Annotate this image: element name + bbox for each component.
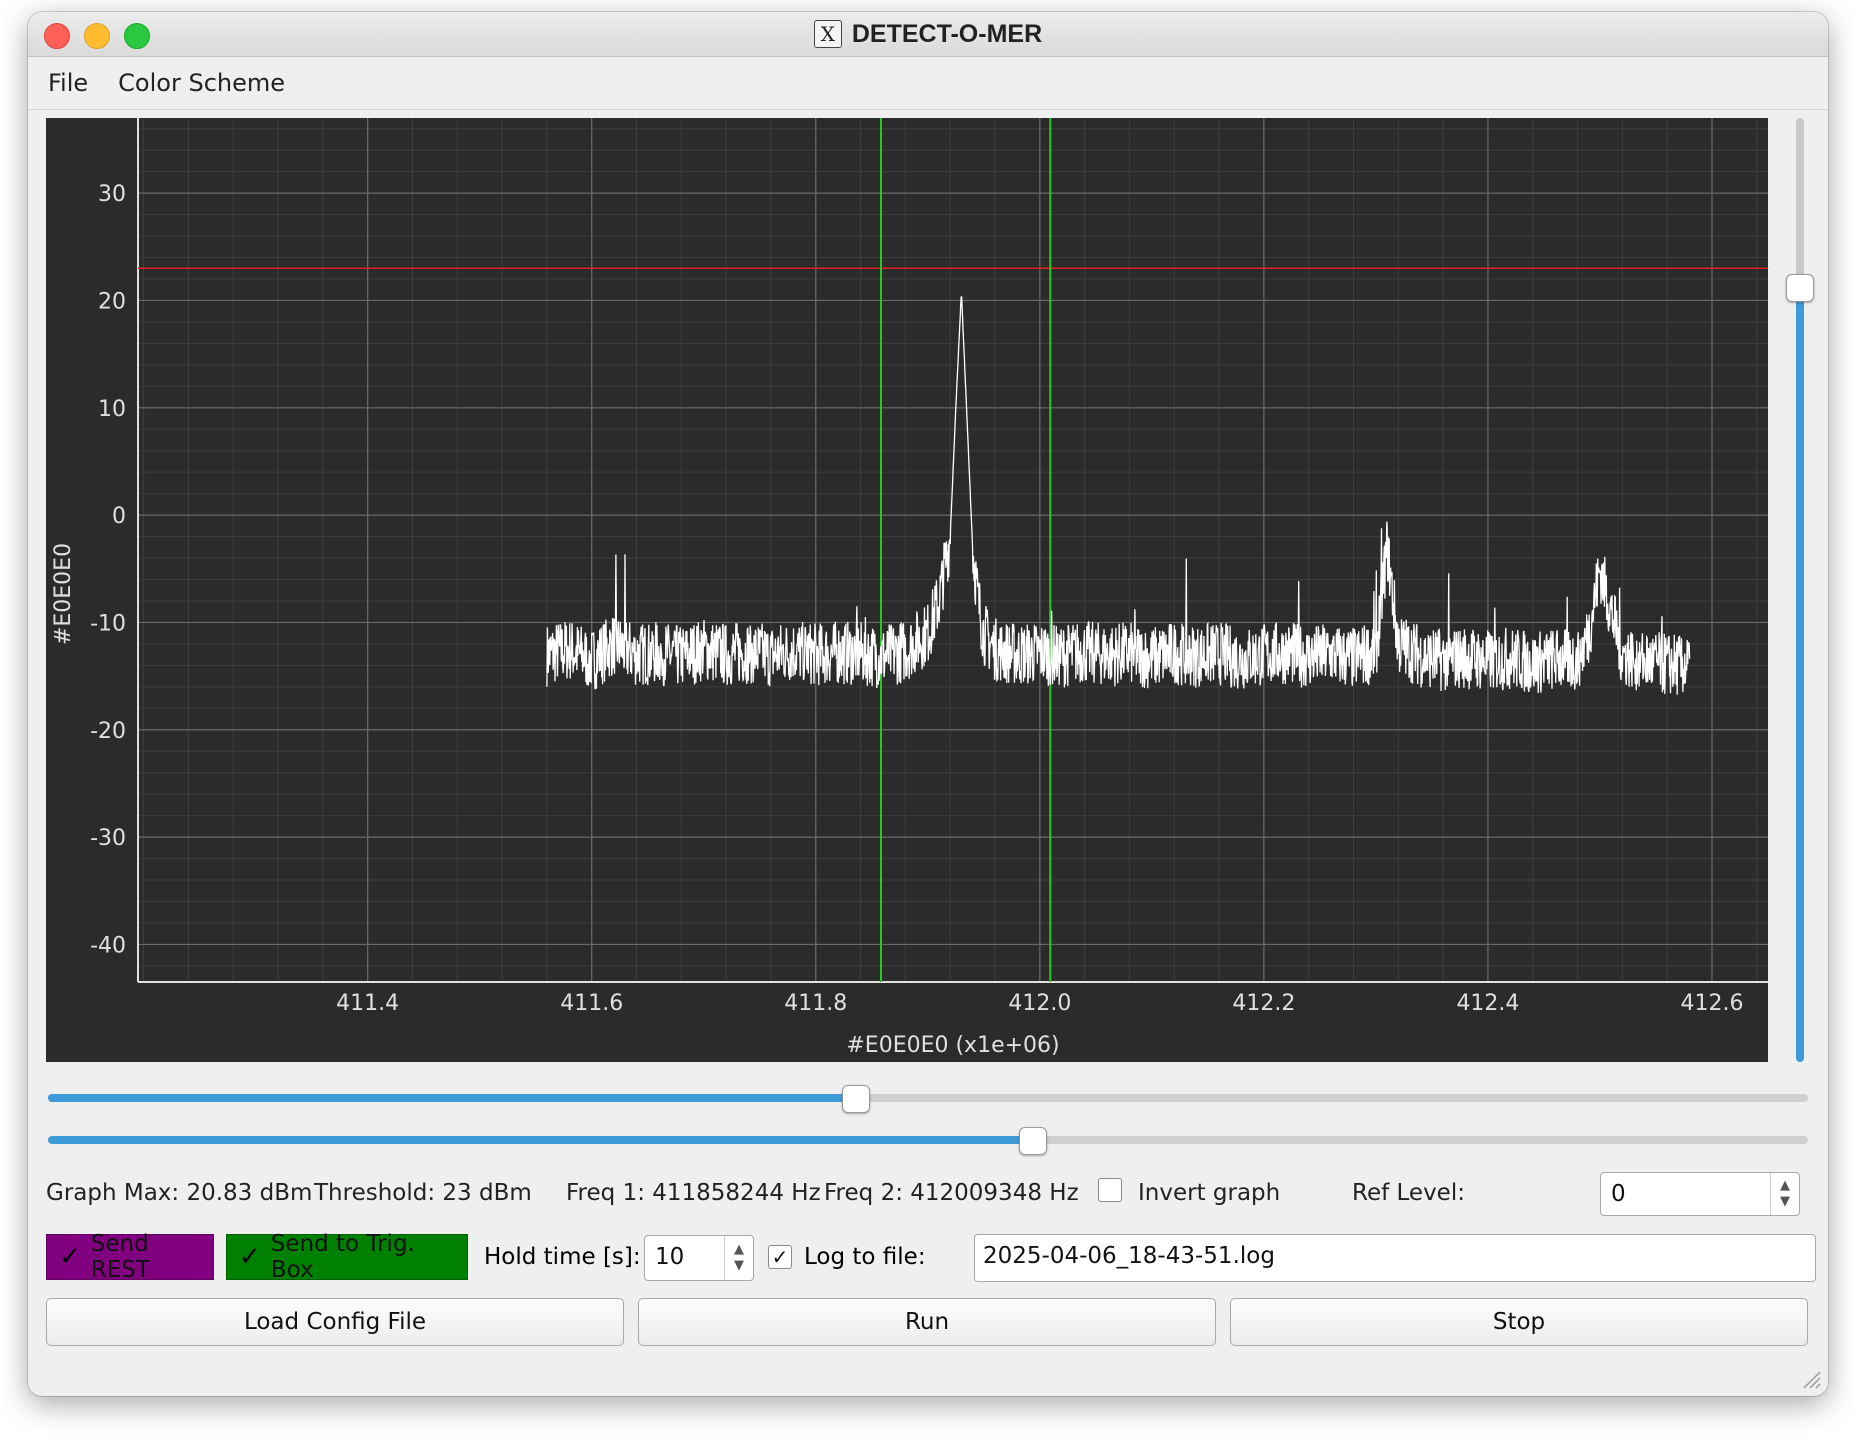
y-tick-label: 30: [98, 182, 126, 207]
ref-level-spinbox[interactable]: 0 ▲ ▼: [1600, 1172, 1800, 1216]
y-tick-label: -20: [90, 719, 126, 744]
hold-time-spinbox[interactable]: 10 ▲ ▼: [644, 1235, 754, 1281]
spin-down-icon[interactable]: ▼: [734, 1258, 744, 1274]
spectrum-trace: [546, 296, 1691, 695]
x-tick-label: 412.4: [1456, 991, 1519, 1016]
freq2-slider-handle[interactable]: [1019, 1127, 1048, 1155]
status-row: Graph Max: 20.83 dBm Threshold: 23 dBm F…: [46, 1172, 1816, 1216]
y-tick-label: 10: [98, 397, 126, 422]
x-tick-label: 412.6: [1680, 991, 1743, 1016]
freq1-readout: Freq 1: 411858244 Hz: [566, 1180, 821, 1206]
y-axis-label: #E0E0E0: [51, 543, 76, 645]
x-axis-label: #E0E0E0 (x1e+06): [846, 1033, 1059, 1058]
spectrum-chart-svg[interactable]: 411.4 411.6 411.8 412.0 412.2 412.4 412.6 30 20 1…: [46, 118, 1768, 1062]
spectrum-plot[interactable]: 411.4 411.6 411.8 412.0 412.2 412.4 412.6 30 20 1…: [46, 118, 1768, 1062]
threshold-readout: Threshold: 23 dBm: [314, 1180, 532, 1206]
y-tick-label: 20: [98, 289, 126, 314]
y-tick-label: 0: [112, 504, 126, 529]
log-file-input[interactable]: 2025-04-06_18-43-51.log: [974, 1234, 1816, 1282]
menu-bar: File Color Scheme: [28, 57, 1828, 110]
send-trig-box-toggle[interactable]: ✓ Send to Trig. Box: [226, 1231, 468, 1283]
stop-button[interactable]: Stop: [1230, 1298, 1808, 1346]
run-button[interactable]: Run: [638, 1298, 1216, 1346]
resize-grip-icon[interactable]: [1798, 1366, 1822, 1390]
x-tick-label: 412.2: [1232, 991, 1295, 1016]
ref-level-arrows[interactable]: ▲ ▼: [1770, 1173, 1799, 1215]
invert-graph-checkbox-box[interactable]: [1098, 1178, 1122, 1202]
freq1-slider-fill: [48, 1094, 856, 1102]
invert-graph-label: Invert graph: [1138, 1180, 1281, 1206]
ref-level-value: 0: [1611, 1181, 1626, 1207]
menu-color-scheme[interactable]: Color Scheme: [118, 69, 285, 97]
controls-row: ✓ Send REST ✓ Send to Trig. Box Hold tim…: [46, 1231, 1816, 1283]
freq1-slider[interactable]: [48, 1084, 1808, 1113]
send-trig-check-icon: ✓: [239, 1242, 261, 1272]
spin-up-icon[interactable]: ▲: [734, 1242, 744, 1258]
threshold-slider-fill: [1796, 287, 1804, 1062]
window-title: DETECT-O-MER: [851, 19, 1043, 48]
y-tick-label: -40: [90, 933, 126, 958]
graph-max-readout: Graph Max: 20.83 dBm: [46, 1180, 313, 1206]
hold-time-value: 10: [655, 1244, 685, 1270]
spin-up-icon[interactable]: ▲: [1780, 1178, 1790, 1194]
log-to-file-checkbox[interactable]: ✓: [768, 1244, 792, 1270]
menu-file[interactable]: File: [48, 69, 88, 97]
freq1-slider-handle[interactable]: [842, 1085, 871, 1113]
send-rest-label: Send REST: [90, 1231, 150, 1283]
spin-down-icon[interactable]: ▼: [1780, 1194, 1790, 1210]
hold-time-label: Hold time [s]:: [484, 1244, 641, 1270]
x11-icon: X: [813, 20, 842, 48]
ref-level-label: Ref Level:: [1352, 1180, 1465, 1206]
y-tick-label: -30: [90, 826, 126, 851]
send-rest-toggle[interactable]: ✓ Send REST: [46, 1231, 214, 1283]
y-tick-label: -10: [90, 611, 126, 636]
threshold-slider-handle[interactable]: [1786, 274, 1814, 303]
log-to-file-label: Log to file:: [804, 1244, 926, 1270]
x-tick-label: 411.4: [336, 991, 399, 1016]
freq2-readout: Freq 2: 412009348 Hz: [824, 1180, 1079, 1206]
freq2-slider[interactable]: [48, 1126, 1808, 1155]
hold-time-arrows[interactable]: ▲ ▼: [724, 1236, 753, 1280]
action-buttons: Load Config File Run Stop: [46, 1298, 1818, 1348]
log-to-file-checkbox-box[interactable]: ✓: [768, 1245, 792, 1269]
threshold-slider[interactable]: [1786, 118, 1814, 1062]
invert-graph-checkbox[interactable]: [1098, 1178, 1122, 1208]
log-file-value: 2025-04-06_18-43-51.log: [983, 1243, 1275, 1269]
x-tick-label: 412.0: [1008, 991, 1071, 1016]
title-bar: X DETECT-O-MER: [28, 12, 1828, 57]
x-tick-label: 411.8: [784, 991, 847, 1016]
x-tick-label: 411.6: [560, 991, 623, 1016]
send-trig-label: Send to Trig. Box: [270, 1231, 415, 1283]
load-config-button[interactable]: Load Config File: [46, 1298, 624, 1346]
app-window: X DETECT-O-MER File Color Scheme 411.4 41…: [28, 12, 1828, 1396]
freq2-slider-fill: [48, 1136, 1033, 1144]
send-rest-check-icon: ✓: [59, 1242, 81, 1272]
